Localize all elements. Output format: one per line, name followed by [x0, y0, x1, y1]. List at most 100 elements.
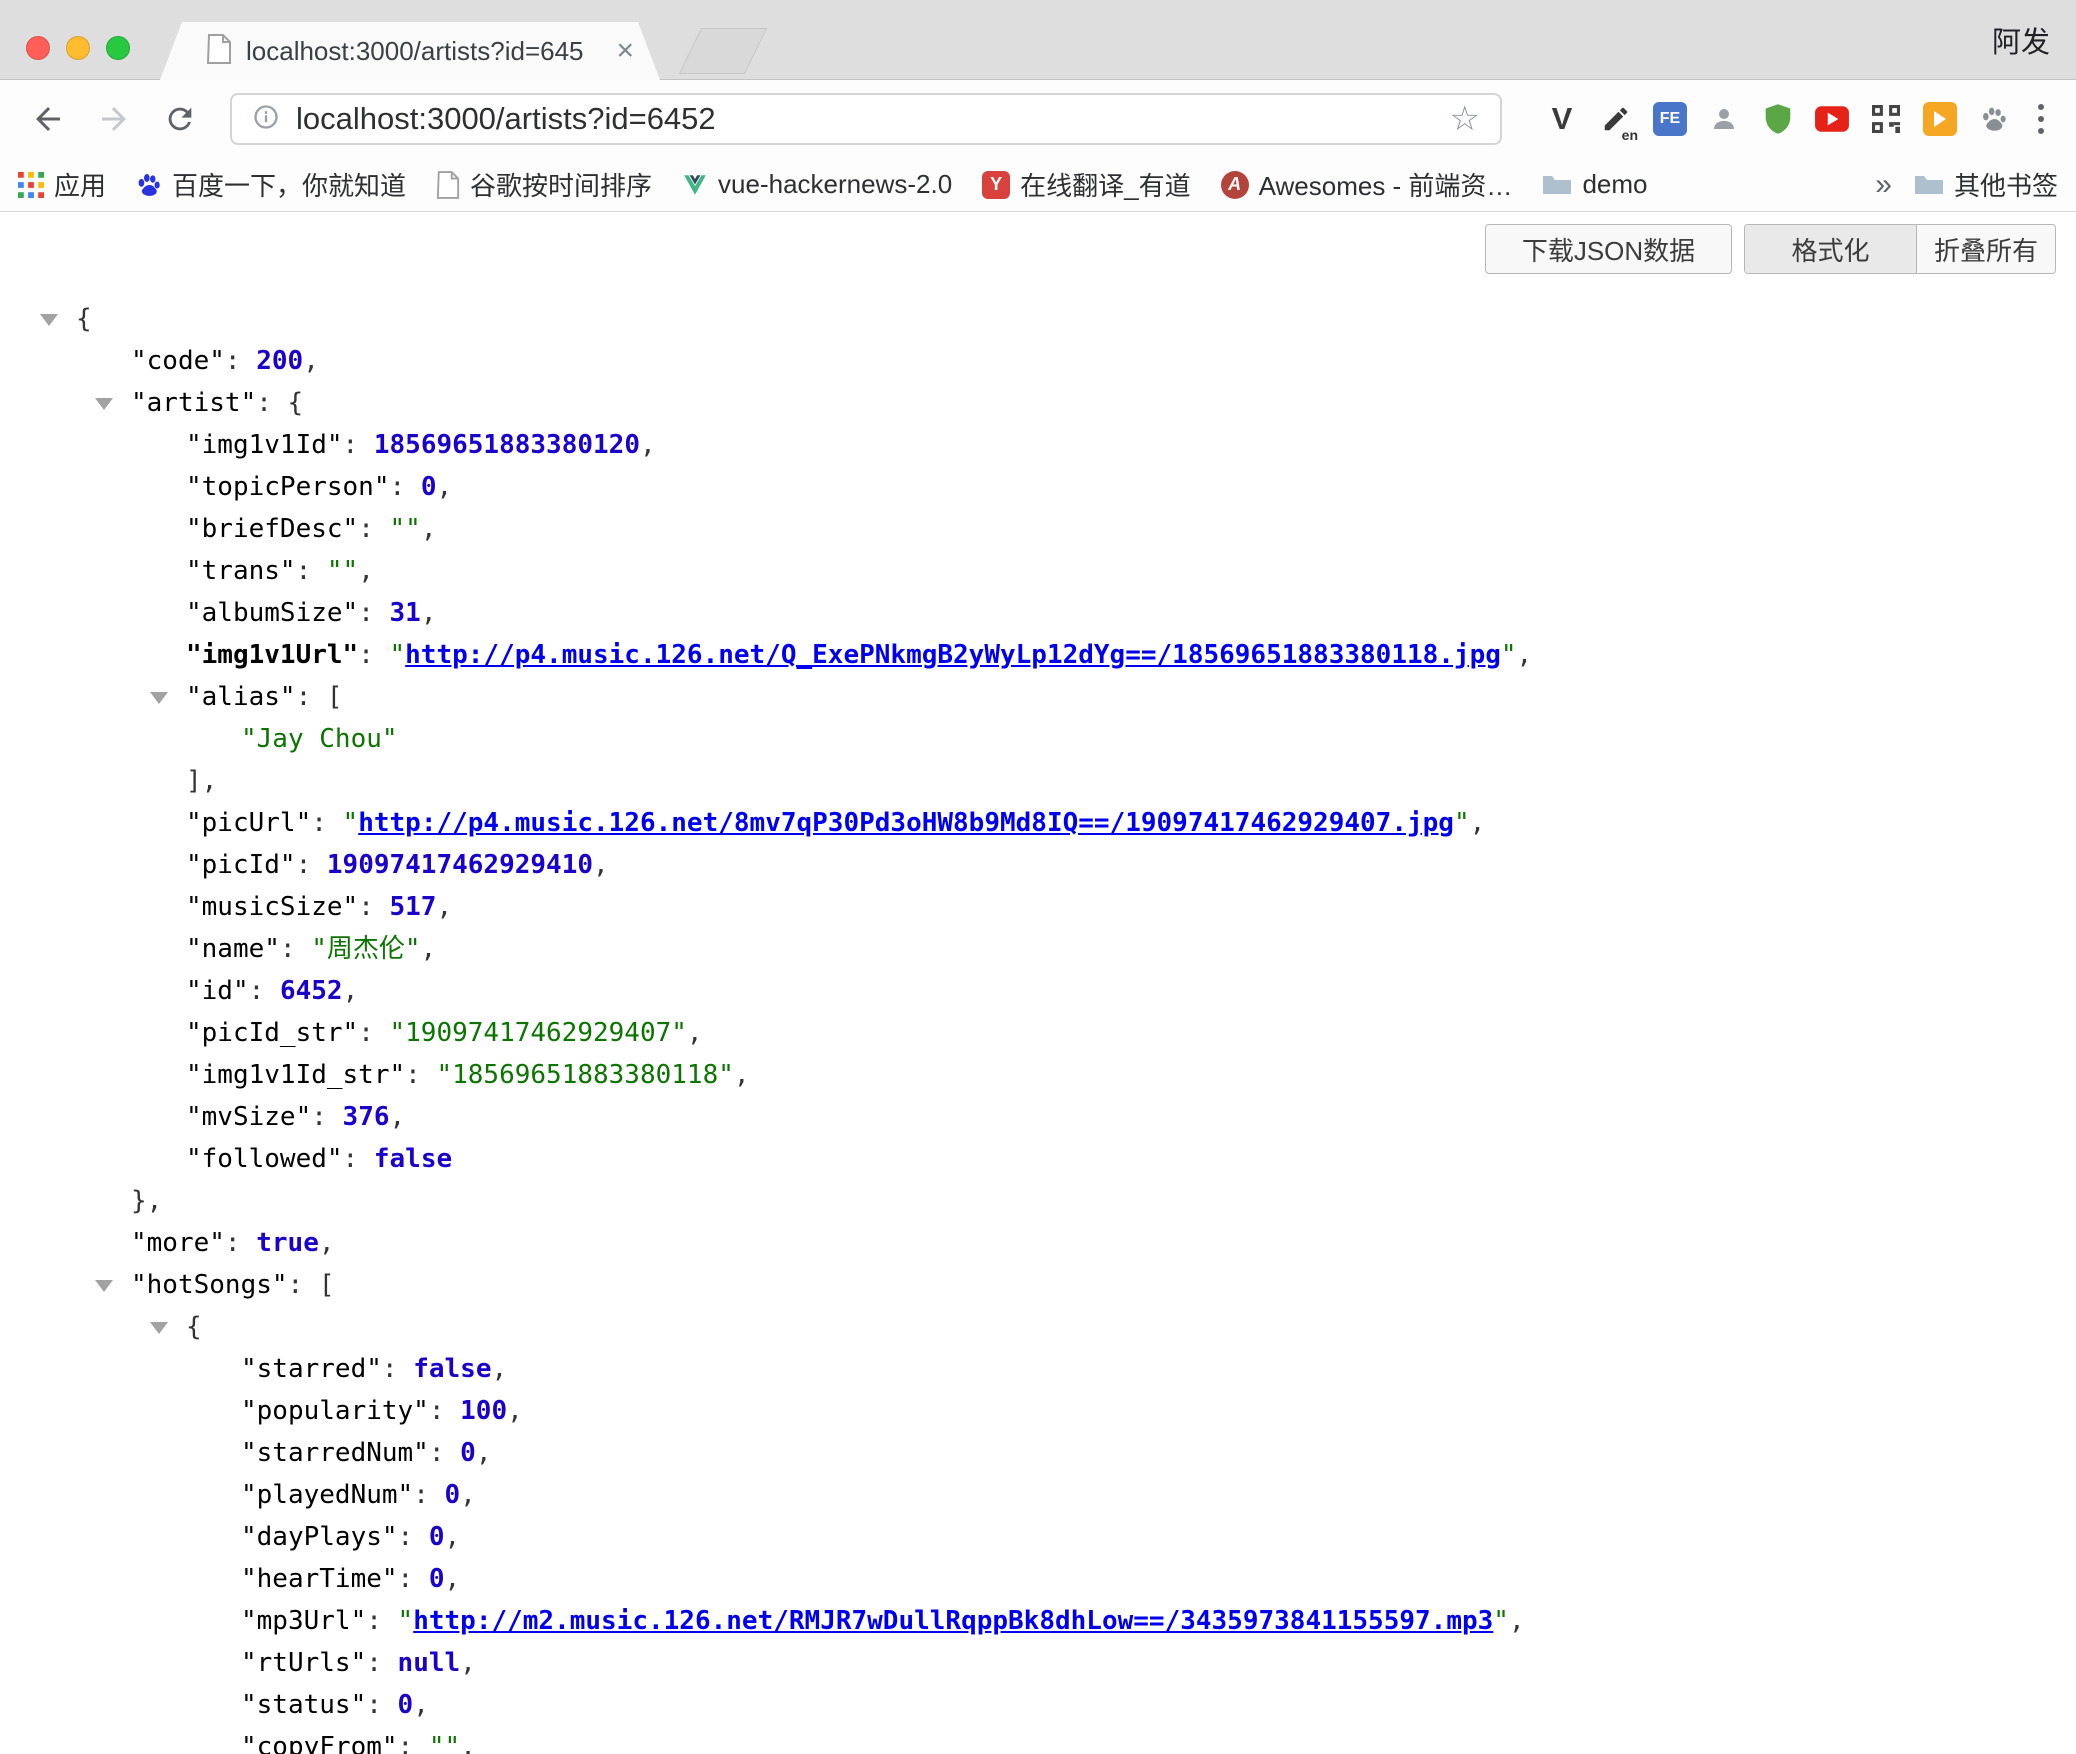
reload-button[interactable] [156, 95, 204, 143]
collapse-toggle-icon[interactable] [95, 1280, 113, 1292]
json-token: 0 [445, 1480, 461, 1510]
back-button[interactable] [24, 95, 72, 143]
json-token: , [1470, 808, 1486, 838]
ext-translate-pen-icon[interactable]: en [1596, 97, 1636, 141]
bookmark-baidu[interactable]: 百度一下，你就知道 [136, 166, 406, 203]
json-token: "alias" [186, 682, 296, 712]
json-line: { [0, 1306, 2076, 1348]
json-token: , [303, 346, 319, 376]
json-token: : [429, 1438, 460, 1468]
json-token: "mvSize" [186, 1102, 311, 1132]
other-bookmarks-folder[interactable]: 其他书签 [1914, 166, 2058, 203]
json-token: "musicSize" [186, 892, 358, 922]
bookmarks-overflow-chevron[interactable]: » [1875, 168, 1892, 202]
browser-menu-icon[interactable] [2030, 104, 2052, 134]
ext-vimium-icon[interactable]: V [1542, 97, 1582, 141]
collapse-toggle-icon[interactable] [95, 398, 113, 410]
json-token: : [ [296, 682, 343, 712]
json-token: : [358, 640, 389, 670]
json-token: 0 [429, 1564, 445, 1594]
view-mode-toggle: 格式化 折叠所有 [1744, 224, 2056, 274]
json-link[interactable]: http://p4.music.126.net/Q_ExePNkmgB2yWyL… [405, 640, 1501, 670]
json-token: " [398, 1606, 414, 1636]
json-link[interactable]: http://p4.music.126.net/8mv7qP30Pd3oHW8b… [358, 808, 1454, 838]
json-token: ], [186, 766, 217, 796]
json-token: , [445, 1522, 461, 1552]
json-token: : { [256, 388, 303, 418]
json-token: : [390, 472, 421, 502]
minimize-window-icon[interactable] [66, 36, 90, 60]
ext-shield-icon[interactable] [1758, 97, 1798, 141]
forward-button[interactable] [90, 95, 138, 143]
awesomes-icon: A [1221, 171, 1249, 199]
json-token: "picUrl" [186, 808, 311, 838]
ext-person-icon[interactable] [1704, 97, 1744, 141]
json-token: , [319, 1228, 335, 1258]
json-token: "周杰伦" [311, 934, 420, 964]
bookmark-star-icon[interactable]: ☆ [1450, 102, 1480, 136]
collapse-toggle-icon[interactable] [40, 314, 58, 326]
json-line: ], [0, 760, 2076, 802]
json-token: : [311, 808, 342, 838]
json-token: false [413, 1354, 491, 1384]
json-token: , [436, 892, 452, 922]
json-token: : [358, 514, 389, 544]
json-token: "trans" [186, 556, 296, 586]
new-tab-button[interactable] [679, 28, 767, 74]
bookmark-google-sort[interactable]: 谷歌按时间排序 [436, 166, 652, 203]
json-line: "alias": [ [0, 676, 2076, 718]
collapse-all-button[interactable]: 折叠所有 [1917, 225, 2055, 273]
json-token: 376 [343, 1102, 390, 1132]
json-token: "img1v1Id" [186, 430, 343, 460]
json-token: false [374, 1144, 452, 1174]
json-token: "picId_str" [186, 1018, 358, 1048]
json-line: { [0, 298, 2076, 340]
json-token: "img1v1Id_str" [186, 1060, 405, 1090]
browser-tab[interactable]: localhost:3000/artists?id=645 × [160, 22, 660, 80]
download-json-button[interactable]: 下载JSON数据 [1485, 224, 1732, 274]
json-token: : [343, 1144, 374, 1174]
json-token: "19097417462929407" [390, 1018, 687, 1048]
profile-name[interactable]: 阿发 [1992, 19, 2050, 61]
ext-paw-icon[interactable] [1974, 97, 2014, 141]
json-line: "id": 6452, [0, 970, 2076, 1012]
json-token: : [280, 934, 311, 964]
collapse-toggle-icon[interactable] [150, 1322, 168, 1334]
tab-close-icon[interactable]: × [616, 36, 634, 66]
json-line: "picUrl": "http://p4.music.126.net/8mv7q… [0, 802, 2076, 844]
ext-player-icon[interactable] [1920, 97, 1960, 141]
json-token: , [421, 514, 437, 544]
bookmark-demo-folder[interactable]: demo [1542, 169, 1647, 200]
bookmark-youdao[interactable]: Y 在线翻译_有道 [982, 166, 1190, 203]
json-token: : [398, 1732, 429, 1754]
tab-strip: localhost:3000/artists?id=645 × 阿发 [0, 0, 2076, 80]
bookmark-apps[interactable]: 应用 [18, 166, 106, 203]
close-window-icon[interactable] [26, 36, 50, 60]
json-token: "Jay Chou" [241, 724, 398, 754]
ext-youtube-icon[interactable] [1812, 97, 1852, 141]
zoom-window-icon[interactable] [106, 36, 130, 60]
collapse-toggle-icon[interactable] [150, 692, 168, 704]
page-info-icon[interactable] [252, 103, 280, 136]
json-token: : [225, 346, 256, 376]
bookmark-awesomes[interactable]: A Awesomes - 前端资… [1221, 166, 1513, 203]
json-token: " [1493, 1606, 1509, 1636]
json-token: : [249, 976, 280, 1006]
json-token: "hearTime" [241, 1564, 398, 1594]
json-token: : [413, 1480, 444, 1510]
json-token: : [358, 892, 389, 922]
json-line: "artist": { [0, 382, 2076, 424]
format-button[interactable]: 格式化 [1745, 225, 1917, 273]
ext-qrcode-icon[interactable] [1866, 97, 1906, 141]
json-token: true [256, 1228, 319, 1258]
json-link[interactable]: http://m2.music.126.net/RMJR7wDullRqppBk… [413, 1606, 1493, 1636]
bookmark-vue-hackernews[interactable]: vue-hackernews-2.0 [682, 169, 952, 200]
browser-toolbar: localhost:3000/artists?id=6452 ☆ V en FE [0, 80, 2076, 158]
json-token: " [1501, 640, 1517, 670]
json-token: "followed" [186, 1144, 343, 1174]
address-bar[interactable]: localhost:3000/artists?id=6452 ☆ [230, 93, 1502, 145]
ext-fe-icon[interactable]: FE [1650, 97, 1690, 141]
json-line: "albumSize": 31, [0, 592, 2076, 634]
json-token: "code" [131, 346, 225, 376]
json-token: "mp3Url" [241, 1606, 366, 1636]
